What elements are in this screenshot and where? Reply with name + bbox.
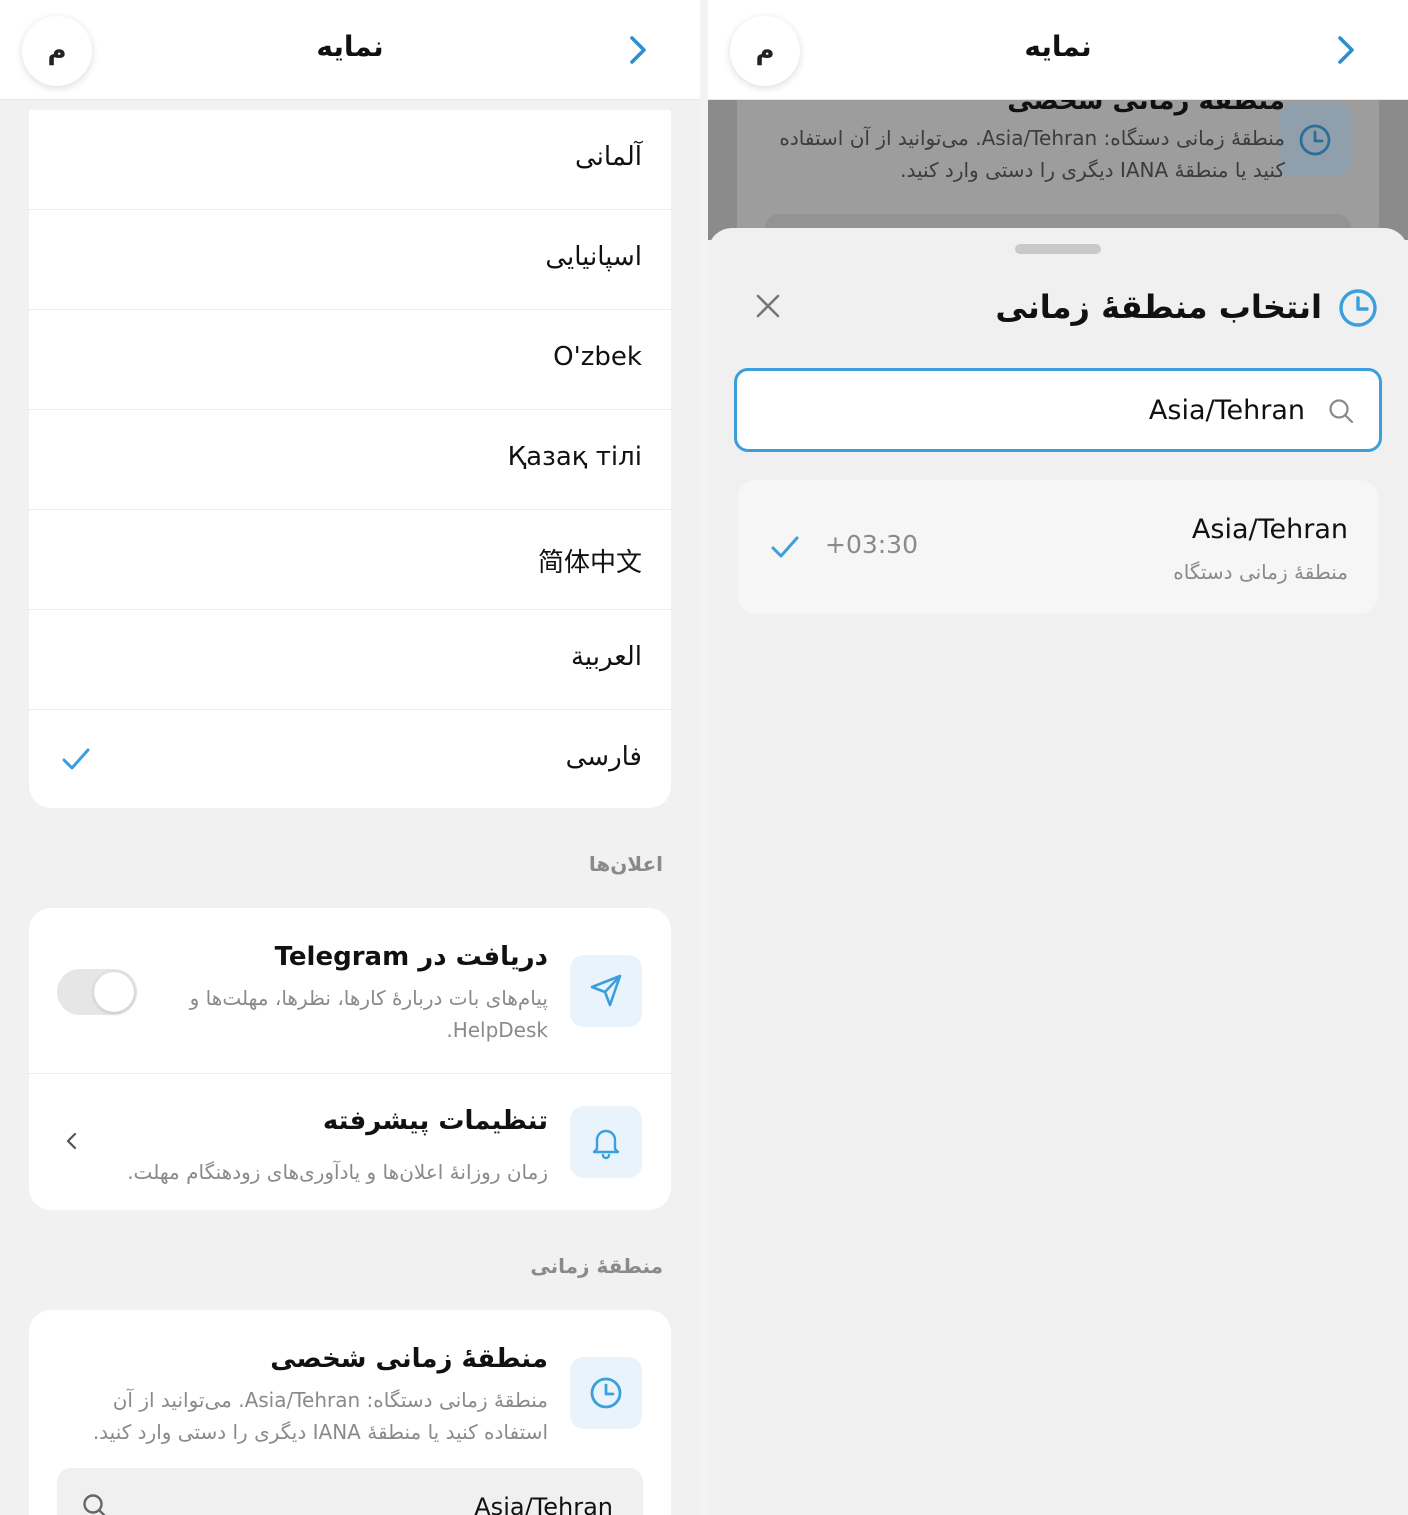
language-option[interactable]: العربية xyxy=(29,610,671,710)
timezone-input-value: Asia/Tehran xyxy=(474,1493,613,1515)
timezone-card-dimmed: منطقهٔ زمانی شخصی منطقهٔ زمانی دستگاه: A… xyxy=(737,100,1379,240)
top-bar: م نمایه xyxy=(708,0,1408,100)
advanced-settings-title: تنظیمات پیشرفته xyxy=(322,1106,548,1136)
language-option[interactable]: O'zbek xyxy=(29,310,671,410)
bell-icon xyxy=(592,1129,620,1160)
toggle-knob xyxy=(94,972,134,1012)
notifications-card: دریافت در Telegram پیام‌های بات دربارهٔ … xyxy=(29,908,671,1210)
page-title: نمایه xyxy=(316,30,384,63)
language-option[interactable]: اسپانیایی xyxy=(29,210,671,310)
language-option[interactable]: Қазақ тілі xyxy=(29,410,671,510)
clock-icon xyxy=(1339,289,1377,327)
telegram-toggle[interactable] xyxy=(57,969,137,1015)
profile-panel-right: م نمایه منطقهٔ زمانی شخصی منطقهٔ زمانی د… xyxy=(708,0,1408,1515)
search-input-value: Asia/Tehran xyxy=(1148,395,1305,426)
section-label-notifications: اعلان‌ها xyxy=(588,852,663,876)
bell-icon-tile xyxy=(570,1106,642,1178)
language-label: 简体中文 xyxy=(537,548,642,578)
language-label: Қазақ тілі xyxy=(507,442,642,472)
timezone-card: منطقهٔ زمانی شخصی منطقهٔ زمانی دستگاه: A… xyxy=(29,1310,671,1515)
timezone-name: Asia/Tehran xyxy=(1191,514,1348,545)
clock-icon xyxy=(590,1377,622,1409)
telegram-title: دریافت در Telegram xyxy=(274,942,548,972)
advanced-settings-description: زمان روزانهٔ اعلان‌ها و یادآوری‌های زوده… xyxy=(127,1160,548,1184)
language-list: آلمانی اسپانیایی O'zbek Қазақ тілі 简体中文 … xyxy=(29,110,671,808)
modal-backdrop[interactable]: منطقهٔ زمانی شخصی منطقهٔ زمانی دستگاه: A… xyxy=(708,100,1408,240)
avatar-letter: م xyxy=(755,36,775,66)
language-label: O'zbek xyxy=(553,342,642,372)
close-icon[interactable] xyxy=(752,290,784,322)
profile-panel-left: م نمایه آلمانی اسپانیایی O'zbek Қазақ ті… xyxy=(0,0,700,1515)
language-label: فارسی xyxy=(565,742,642,772)
back-button[interactable] xyxy=(1328,32,1364,68)
send-icon-tile xyxy=(570,955,642,1027)
language-option[interactable]: 简体中文 xyxy=(29,510,671,610)
language-label: العربية xyxy=(570,642,642,672)
avatar[interactable]: م xyxy=(22,16,92,86)
search-icon xyxy=(83,1494,106,1515)
section-label-timezone: منطقهٔ زمانی xyxy=(530,1254,663,1278)
sheet-title: انتخاب منطقهٔ زمانی xyxy=(995,288,1322,326)
page-title: نمایه xyxy=(1024,30,1092,63)
chevron-right-icon xyxy=(630,36,646,64)
send-icon xyxy=(590,974,622,1007)
sheet-grabber[interactable] xyxy=(1015,244,1101,254)
timezone-subtitle: منطقهٔ زمانی دستگاه xyxy=(1173,560,1348,584)
back-button[interactable] xyxy=(620,32,656,68)
clock-icon-tile xyxy=(570,1357,642,1429)
timezone-search-input[interactable]: Asia/Tehran xyxy=(734,368,1382,452)
timezone-input[interactable]: Asia/Tehran xyxy=(57,1468,643,1515)
timezone-offset: +03:30 xyxy=(825,530,918,559)
advanced-settings-row[interactable]: تنظیمات پیشرفته زمان روزانهٔ اعلان‌ها و … xyxy=(29,1074,671,1210)
language-label: آلمانی xyxy=(574,142,642,172)
clock-icon xyxy=(1299,124,1331,156)
timezone-title: منطقهٔ زمانی شخصی xyxy=(270,1344,548,1374)
timezone-description: منطقهٔ زمانی دستگاه: Asia/Tehran. می‌توا… xyxy=(92,1388,548,1444)
avatar-letter: م xyxy=(47,36,67,66)
telegram-description: پیام‌های بات دربارهٔ کارها، نظرها، مهلت‌… xyxy=(189,986,548,1042)
timezone-result-item[interactable]: Asia/Tehran منطقهٔ زمانی دستگاه +03:30 xyxy=(738,480,1378,614)
panel-divider xyxy=(700,0,708,1515)
clock-icon-tile xyxy=(1279,104,1351,176)
language-option[interactable]: آلمانی xyxy=(29,110,671,210)
language-option-selected[interactable]: فارسی xyxy=(29,710,671,810)
language-label: اسپانیایی xyxy=(545,242,642,272)
timezone-description: منطقهٔ زمانی دستگاه: Asia/Tehran. می‌توا… xyxy=(779,126,1285,182)
checkmark-icon xyxy=(771,536,799,558)
timezone-picker-sheet: انتخاب منطقهٔ زمانی Asia/Tehran Asia/Teh… xyxy=(708,228,1408,1515)
checkmark-icon xyxy=(62,748,90,770)
avatar[interactable]: م xyxy=(730,16,800,86)
telegram-notifications-row: دریافت در Telegram پیام‌های بات دربارهٔ … xyxy=(29,908,671,1073)
timezone-title: منطقهٔ زمانی شخصی xyxy=(1007,100,1285,116)
chevron-right-icon xyxy=(1338,36,1354,64)
top-bar: م نمایه xyxy=(0,0,700,100)
search-icon xyxy=(1329,399,1354,424)
chevron-left-icon xyxy=(66,1132,77,1150)
